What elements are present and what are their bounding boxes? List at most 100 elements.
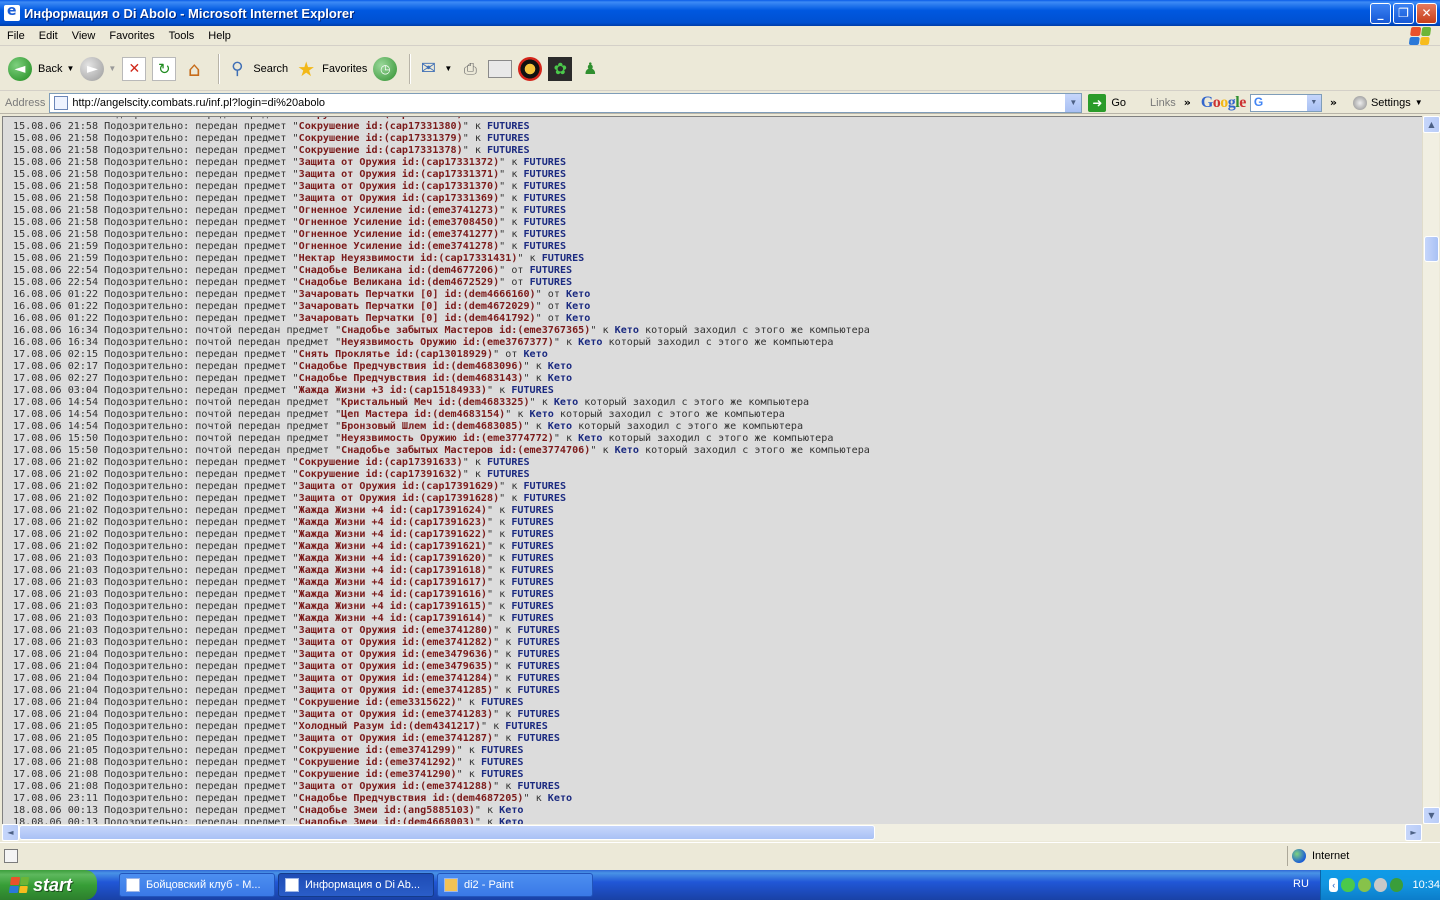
tray-expand-icon[interactable]: ‹ — [1329, 878, 1339, 892]
taskbar-item-browser-2[interactable]: Информация о Di Ab... — [278, 873, 434, 897]
log-user-link[interactable]: Кето — [548, 373, 572, 384]
log-user-link[interactable]: FUTURES — [517, 649, 560, 660]
edit-button[interactable] — [488, 51, 513, 87]
security-tray-icon[interactable] — [1390, 878, 1404, 892]
horizontal-scroll-thumb[interactable] — [19, 825, 875, 840]
history-button[interactable]: ◷ — [373, 51, 398, 87]
icq-button[interactable]: ✿ — [548, 51, 573, 87]
log-user-link[interactable]: FUTURES — [511, 553, 554, 564]
close-button[interactable]: ✕ — [1416, 2, 1437, 24]
log-user-link[interactable]: FUTURES — [511, 385, 554, 396]
log-user-link[interactable]: Кето — [548, 421, 572, 432]
log-user-link[interactable]: FUTURES — [487, 121, 530, 132]
links-button[interactable]: Links — [1150, 97, 1176, 109]
taskbar-item-paint[interactable]: di2 - Paint — [437, 873, 593, 897]
log-user-link[interactable]: FUTURES — [511, 613, 554, 624]
address-input[interactable]: http://angelscity.combats.ru/inf.pl?logi… — [49, 92, 1083, 113]
log-user-link[interactable]: FUTURES — [511, 505, 554, 516]
log-user-link[interactable]: FUTURES — [523, 193, 566, 204]
mail-dropdown-icon[interactable]: ▼ — [444, 64, 452, 73]
log-user-link[interactable]: FUTURES — [481, 769, 524, 780]
google-chevron-icon[interactable]: » — [1330, 96, 1337, 109]
menu-view[interactable]: View — [65, 30, 103, 42]
log-user-link[interactable]: Кето — [566, 301, 590, 312]
extension-button-1[interactable] — [518, 51, 543, 87]
log-user-link[interactable]: Кето — [578, 433, 602, 444]
home-button[interactable]: ⌂ — [182, 51, 206, 87]
go-button[interactable]: ➜ Go — [1088, 93, 1126, 112]
log-user-link[interactable]: FUTURES — [517, 685, 560, 696]
scroll-right-icon[interactable]: ► — [1405, 824, 1422, 841]
log-user-link[interactable]: FUTURES — [517, 625, 560, 636]
menu-edit[interactable]: Edit — [32, 30, 65, 42]
log-user-link[interactable]: FUTURES — [523, 205, 566, 216]
log-user-link[interactable]: FUTURES — [511, 577, 554, 588]
start-button[interactable]: start — [0, 870, 97, 900]
log-user-link[interactable]: Кето — [578, 337, 602, 348]
log-user-link[interactable]: FUTURES — [511, 541, 554, 552]
menu-help[interactable]: Help — [201, 30, 238, 42]
log-user-link[interactable]: FUTURES — [511, 589, 554, 600]
log-user-link[interactable]: FUTURES — [523, 157, 566, 168]
log-user-link[interactable]: Кето — [566, 289, 590, 300]
log-user-link[interactable]: FUTURES — [523, 241, 566, 252]
settings-button[interactable]: Settings ▼ — [1352, 95, 1423, 110]
forward-button[interactable]: ► ▼ — [80, 51, 116, 87]
menu-favorites[interactable]: Favorites — [102, 30, 161, 42]
log-user-link[interactable]: FUTURES — [487, 145, 530, 156]
log-user-link[interactable]: FUTURES — [511, 565, 554, 576]
log-user-link[interactable]: FUTURES — [523, 481, 566, 492]
scroll-down-icon[interactable]: ▼ — [1423, 807, 1440, 824]
log-user-link[interactable]: FUTURES — [517, 637, 560, 648]
log-user-link[interactable]: FUTURES — [523, 493, 566, 504]
log-user-link[interactable]: FUTURES — [523, 217, 566, 228]
log-user-link[interactable]: FUTURES — [542, 253, 585, 264]
links-chevron-icon[interactable]: » — [1184, 96, 1191, 109]
log-user-link[interactable]: FUTURES — [487, 457, 530, 468]
log-user-link[interactable]: Кето — [499, 817, 523, 824]
address-dropdown-icon[interactable]: ▼ — [1064, 93, 1082, 112]
log-user-link[interactable]: FUTURES — [523, 169, 566, 180]
address-url[interactable]: http://angelscity.combats.ru/inf.pl?logi… — [72, 97, 325, 109]
log-user-link[interactable]: Кето — [530, 409, 554, 420]
log-user-link[interactable]: Кето — [548, 793, 572, 804]
minimize-button[interactable]: _ — [1370, 2, 1391, 24]
log-user-link[interactable]: Кето — [523, 349, 547, 360]
scroll-up-icon[interactable]: ▲ — [1423, 116, 1440, 133]
log-user-link[interactable]: FUTURES — [511, 529, 554, 540]
language-indicator[interactable]: RU — [1293, 878, 1309, 890]
log-user-link[interactable]: FUTURES — [530, 277, 573, 288]
log-user-link[interactable]: FUTURES — [487, 469, 530, 480]
stop-button[interactable]: ✕ — [122, 51, 147, 87]
network-tray-icon[interactable] — [1357, 878, 1371, 892]
scroll-left-icon[interactable]: ◄ — [2, 824, 19, 841]
log-user-link[interactable]: Кето — [615, 325, 639, 336]
back-dropdown-icon[interactable]: ▼ — [66, 64, 74, 73]
google-search-input[interactable]: G ▼ — [1249, 93, 1322, 112]
log-user-link[interactable]: FUTURES — [481, 757, 524, 768]
google-dropdown-icon[interactable]: ▼ — [1306, 94, 1321, 111]
messenger-button[interactable]: ♟ — [578, 51, 602, 87]
log-user-link[interactable]: Кето — [548, 361, 572, 372]
vertical-scrollbar[interactable]: ▲ ▼ — [1422, 116, 1440, 824]
log-user-link[interactable]: FUTURES — [517, 709, 560, 720]
log-user-link[interactable]: FUTURES — [517, 781, 560, 792]
refresh-button[interactable]: ↻ — [152, 51, 177, 87]
volume-tray-icon[interactable] — [1373, 878, 1388, 892]
taskbar-item-browser-1[interactable]: Бойцовский клуб - M... — [119, 873, 275, 897]
log-user-link[interactable]: FUTURES — [487, 133, 530, 144]
favorites-button[interactable]: ★ Favorites — [294, 51, 367, 87]
log-user-link[interactable]: FUTURES — [517, 673, 560, 684]
horizontal-scrollbar[interactable]: ◄ ► — [2, 824, 1422, 841]
log-user-link[interactable]: FUTURES — [511, 601, 554, 612]
mail-button[interactable]: ✉ ▼ — [416, 51, 452, 87]
log-user-link[interactable]: FUTURES — [487, 117, 530, 120]
log-user-link[interactable]: FUTURES — [517, 733, 560, 744]
icq-tray-icon[interactable] — [1341, 878, 1355, 892]
log-user-link[interactable]: FUTURES — [530, 265, 573, 276]
menu-tools[interactable]: Tools — [162, 30, 202, 42]
log-user-link[interactable]: Кето — [499, 805, 523, 816]
menu-file[interactable]: File — [0, 30, 32, 42]
log-user-link[interactable]: Кето — [566, 313, 590, 324]
log-user-link[interactable]: FUTURES — [517, 661, 560, 672]
